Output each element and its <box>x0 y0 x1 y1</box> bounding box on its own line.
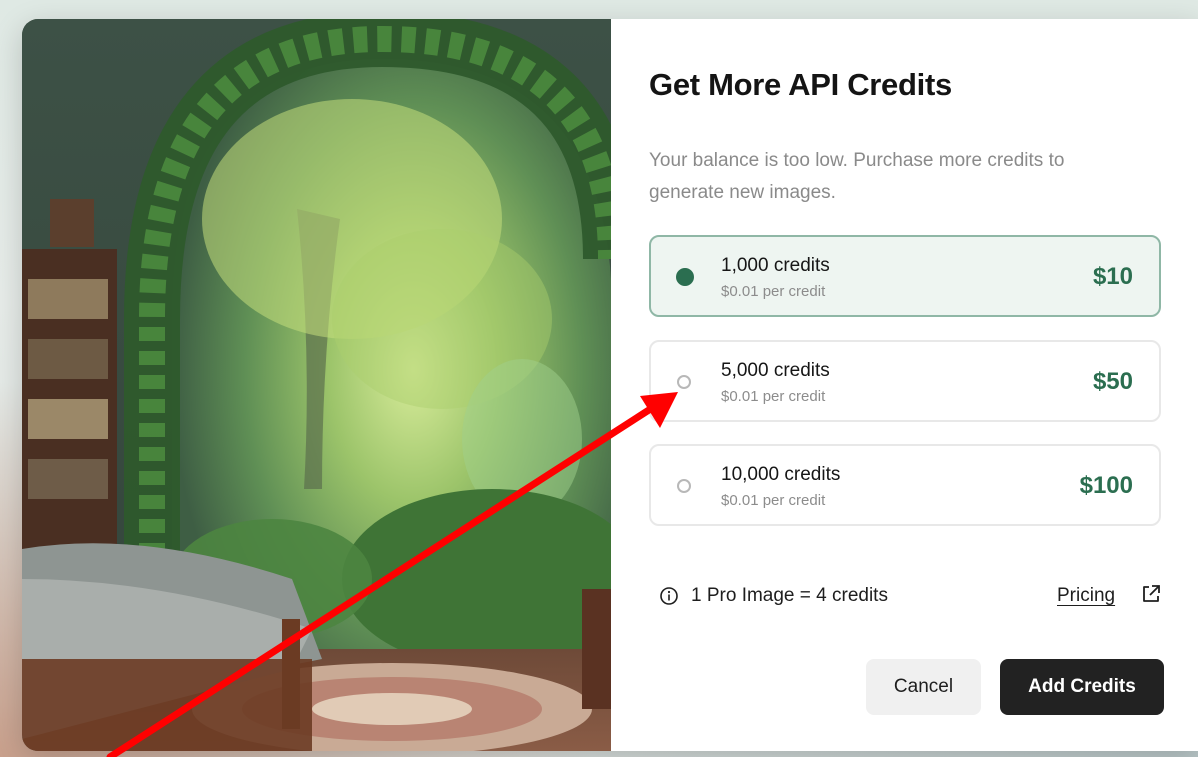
radio-unselected-icon[interactable] <box>677 375 691 389</box>
credit-option-10000[interactable]: 10,000 credits $0.01 per credit $100 <box>649 444 1161 526</box>
radio-selected-icon[interactable] <box>676 268 694 286</box>
option-price: $10 <box>1092 263 1133 290</box>
dialog-subtitle: Your balance is too low. Purchase more c… <box>649 150 1065 203</box>
credit-option-1000[interactable]: 1,000 credits $0.01 per credit $10 <box>649 235 1161 317</box>
purchase-panel: Get More API Credits Your balance is too… <box>611 19 1198 751</box>
dialog-title: Get More API Credits <box>649 67 952 102</box>
credits-modal: Get More API Credits Your balance is too… <box>22 19 1198 751</box>
cancel-button[interactable]: Cancel <box>866 659 981 715</box>
option-price: $50 <box>1092 368 1133 395</box>
radio-unselected-icon[interactable] <box>677 479 691 493</box>
option-credits-label: 5,000 credits <box>721 360 830 381</box>
option-rate-label: $0.01 per credit <box>721 388 826 405</box>
pricing-link[interactable]: Pricing <box>1057 585 1115 607</box>
option-rate-label: $0.01 per credit <box>721 492 826 509</box>
option-price: $100 <box>1079 472 1133 499</box>
option-rate-label: $0.01 per credit <box>721 283 826 300</box>
option-credits-label: 10,000 credits <box>721 464 841 485</box>
illustration-svg <box>22 19 611 751</box>
info-circle-icon <box>660 587 678 605</box>
credit-option-5000[interactable]: 5,000 credits $0.01 per credit $50 <box>649 340 1161 422</box>
credit-conversion-text: 1 Pro Image = 4 credits <box>691 585 888 606</box>
forest-bedroom-illustration <box>22 19 611 751</box>
add-credits-button[interactable]: Add Credits <box>1000 659 1164 715</box>
external-link-icon[interactable] <box>1140 583 1162 605</box>
option-credits-label: 1,000 credits <box>721 255 830 276</box>
